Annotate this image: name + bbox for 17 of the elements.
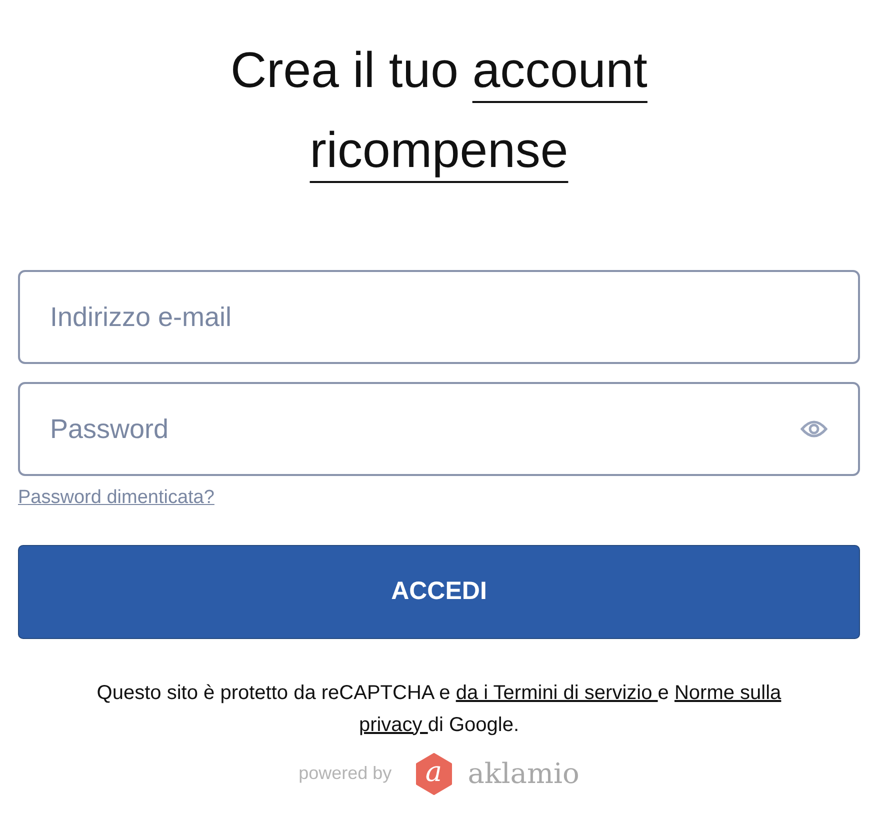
eye-icon[interactable] — [800, 419, 828, 439]
brand-name: aklamio — [468, 756, 580, 792]
title-link[interactable]: account — [472, 30, 648, 110]
title-link[interactable]: ricompense — [310, 110, 568, 190]
submit-button[interactable]: ACCEDI — [18, 544, 860, 638]
notice-text: e — [658, 680, 670, 706]
logo-icon: a — [414, 752, 454, 794]
notice-text: Questo sito è protetto da reCAPTCHA e — [96, 680, 452, 706]
terms-link[interactable]: da i Termini di servizio — [456, 676, 658, 708]
terms-link[interactable]: Norme sulla — [674, 676, 782, 708]
page-title: Crea il tuo — [230, 41, 458, 100]
powered-by-label: powered by — [298, 762, 392, 785]
terms-link[interactable]: privacy — [358, 708, 428, 740]
email-field[interactable]: Indirizzo e-mail — [18, 270, 860, 364]
notice-text: di Google. — [428, 712, 520, 738]
password-field[interactable]: Password — [18, 382, 860, 476]
forgot-password-link[interactable]: Password dimenticata? — [18, 487, 214, 508]
